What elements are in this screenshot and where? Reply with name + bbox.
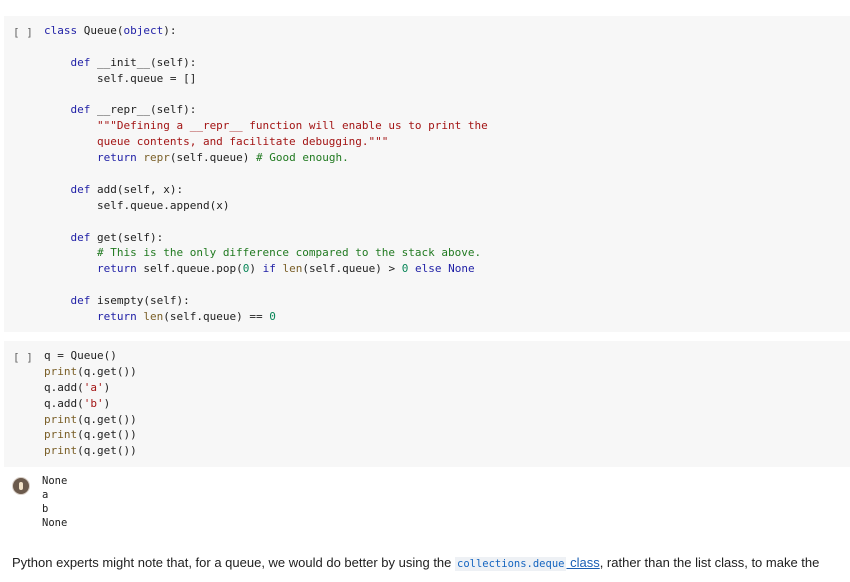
cell-output: None a b None <box>0 474 850 536</box>
code-line: print(q.get()) <box>44 412 137 426</box>
code-line: q.add('b') <box>44 396 111 410</box>
code-cell-queue-usage[interactable]: [ ] q = Queue() print(q.get()) q.add('a') q… <box>4 341 850 467</box>
code-line: def add(self, x): <box>70 182 184 196</box>
code-line: q = Queue() <box>44 349 117 362</box>
class-link[interactable]: class <box>566 555 600 570</box>
code-line: def __init__(self): <box>70 55 197 69</box>
code-line: # This is the only difference compared t… <box>96 246 482 260</box>
output-line: a <box>42 489 49 501</box>
markdown-text-cell: Python experts might note that, for a qu… <box>12 553 844 574</box>
code-line: def isempty(self): <box>70 294 190 308</box>
run-cell-button[interactable]: [ ] <box>13 351 33 364</box>
code-line: print(q.get()) <box>44 444 137 458</box>
code-line: print(q.get()) <box>44 364 137 378</box>
code-line: self.queue.append(x) <box>96 198 230 212</box>
paragraph-text-end: , rather than the list class, to make th… <box>599 555 820 570</box>
code-line: queue contents, and facilitate debugging… <box>44 135 389 149</box>
code-line: """Defining a __repr__ function will ena… <box>44 119 488 133</box>
code-line: return len(self.queue) == 0 <box>96 310 276 324</box>
code-line: self.queue = [] <box>96 71 197 85</box>
output-text: None a b None <box>42 474 67 530</box>
code-line: def get(self): <box>70 230 164 244</box>
output-line: None <box>42 517 68 529</box>
code-line: q.add('a') <box>44 380 111 394</box>
code-editor[interactable]: q = Queue() print(q.get()) q.add('a') q.add… <box>44 348 850 459</box>
run-cell-button[interactable]: [ ] <box>13 26 33 39</box>
inline-code: collections.deque <box>455 557 567 571</box>
code-line: def __repr__(self): <box>70 103 197 117</box>
code-cell-queue-class[interactable]: [ ] class Queue(object): def __init__(se… <box>4 16 850 332</box>
code-editor[interactable]: class Queue(object): def __init__(self):… <box>44 23 850 325</box>
paragraph-text-start: Python experts might note that, for a qu… <box>12 555 455 570</box>
code-line: return self.queue.pop(0) if len(self.que… <box>96 262 475 276</box>
code-line: class Queue(object): <box>44 24 177 37</box>
code-line: print(q.get()) <box>44 428 137 442</box>
code-line: return repr(self.queue) # Good enough. <box>96 151 349 165</box>
output-line: b <box>42 503 49 515</box>
output-line: None <box>42 475 68 487</box>
user-avatar-icon[interactable] <box>12 477 30 495</box>
